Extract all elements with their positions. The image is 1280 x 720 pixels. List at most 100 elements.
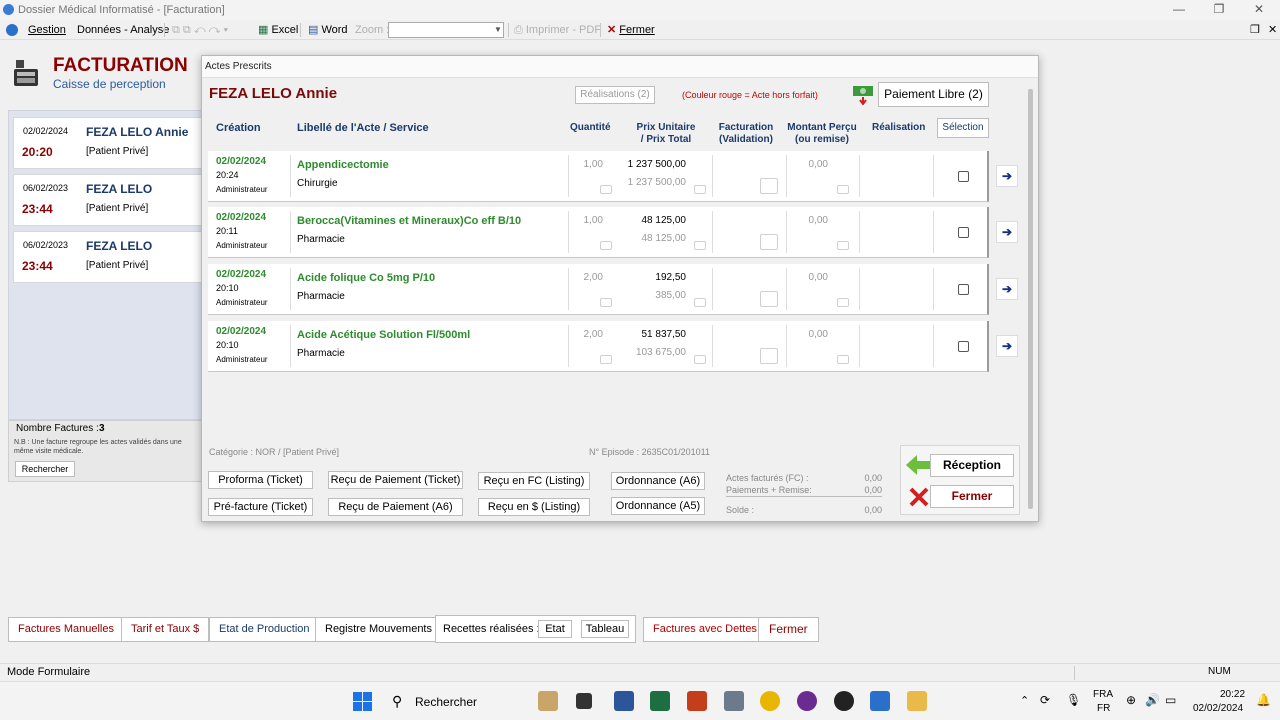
row-montant-checkbox[interactable] (837, 355, 849, 364)
invoice-item[interactable]: 06/02/2023 FEZA LELO 23:44 [Patient Priv… (13, 231, 203, 283)
row-price-checkbox[interactable] (694, 185, 706, 194)
invoice-item[interactable]: 02/02/2024 FEZA LELO Annie 20:20 [Patien… (13, 117, 203, 169)
row-facturation-checkbox[interactable] (760, 348, 778, 364)
row-qty-checkbox[interactable] (600, 355, 612, 364)
recu-usd-listing-button[interactable]: Reçu en $ (Listing) (478, 498, 590, 516)
clock-date[interactable]: 02/02/2024 (1193, 703, 1243, 714)
clock-time[interactable]: 20:22 (1220, 689, 1245, 700)
menu-gestion[interactable]: Gestion (26, 23, 68, 37)
column-divider (786, 155, 787, 197)
file-explorer-icon[interactable] (907, 691, 927, 711)
recu-paiement-a6-button[interactable]: Reçu de Paiement (A6) (328, 498, 463, 516)
row-facturation-checkbox[interactable] (760, 291, 778, 307)
fermer-dialog-button[interactable]: Fermer (930, 485, 1014, 508)
row-qty-checkbox[interactable] (600, 298, 612, 307)
menu-fermer-button[interactable]: ✕ Fermer (605, 23, 657, 37)
recu-fc-listing-button[interactable]: Reçu en FC (Listing) (478, 472, 590, 490)
row-price-checkbox[interactable] (694, 241, 706, 250)
microphone-icon[interactable]: 🎙 (1066, 693, 1081, 707)
close-child-icon[interactable]: ✕ (1266, 23, 1279, 37)
powerpoint-app-icon[interactable] (687, 691, 707, 711)
invoice-time: 23:44 (22, 259, 53, 273)
row-qty-checkbox[interactable] (600, 241, 612, 250)
fermer-main-button[interactable]: Fermer (758, 617, 819, 642)
volume-icon[interactable]: 🔊 (1145, 693, 1160, 707)
window-titlebar: Dossier Médical Informatisé - [Facturati… (0, 0, 1280, 20)
reception-button[interactable]: Réception (930, 454, 1014, 477)
arrow-right-icon[interactable]: ➔ (996, 335, 1018, 357)
row-selection-checkbox[interactable] (958, 171, 969, 182)
chevron-up-icon[interactable]: ⌃ (1020, 694, 1029, 707)
column-divider (712, 211, 713, 253)
row-facturation-checkbox[interactable] (760, 178, 778, 194)
widget-icon[interactable] (538, 691, 558, 711)
table-row[interactable]: 02/02/2024 20:24 Administrateur Appendicect… (208, 151, 989, 202)
factures-dettes-button[interactable]: Factures avec Dettes (643, 617, 767, 642)
tools-app-icon[interactable] (724, 691, 744, 711)
chevron-down-icon: ▼ (494, 25, 502, 34)
row-total-price: 48 125,00 (641, 233, 687, 244)
table-row[interactable]: 02/02/2024 20:10 Administrateur Acide foliq… (208, 264, 989, 315)
row-price-checkbox[interactable] (694, 298, 706, 307)
row-montant-checkbox[interactable] (837, 185, 849, 194)
invoice-item[interactable]: 06/02/2023 FEZA LELO 23:44 [Patient Priv… (13, 174, 203, 226)
word-button[interactable]: ▤ Word (306, 23, 350, 37)
row-montant-checkbox[interactable] (837, 298, 849, 307)
row-price-checkbox[interactable] (694, 355, 706, 364)
tarif-taux-button[interactable]: Tarif et Taux $ (121, 617, 210, 642)
minimize-icon[interactable]: — (1172, 2, 1186, 16)
excel-label: Excel (271, 24, 299, 36)
row-selection-checkbox[interactable] (958, 284, 969, 295)
ordonnance-a6-button[interactable]: Ordonnance (A6) (611, 472, 705, 490)
column-divider (712, 155, 713, 197)
row-facturation-checkbox[interactable] (760, 234, 778, 250)
search-button[interactable]: Rechercher (15, 461, 75, 477)
table-row[interactable]: 02/02/2024 20:11 Administrateur Berocca(Vit… (208, 207, 989, 258)
prefacture-ticket-button[interactable]: Pré-facture (Ticket) (208, 498, 313, 516)
zoom-select[interactable]: ▼ (388, 22, 504, 38)
close-icon[interactable]: ✕ (1252, 2, 1266, 16)
excel-button[interactable]: ▦ Excel (256, 23, 300, 37)
menubar: Gestion Données - Analyse ⧉ ⧉ ↶ ↷ ▾ ▦ Ex… (0, 20, 1280, 40)
network-icon[interactable]: ⊕ (1126, 693, 1136, 707)
taskbar-search[interactable]: ⚲ Rechercher (384, 687, 534, 716)
arrow-right-icon[interactable]: ➔ (996, 221, 1018, 243)
recettes-tableau-button[interactable]: Tableau (581, 620, 629, 638)
row-selection-checkbox[interactable] (958, 227, 969, 238)
word-app-icon[interactable] (614, 691, 634, 711)
proforma-ticket-button[interactable]: Proforma (Ticket) (208, 471, 313, 489)
row-qty-checkbox[interactable] (600, 185, 612, 194)
ordonnance-a5-button[interactable]: Ordonnance (A5) (611, 497, 705, 515)
windows-start-icon[interactable] (353, 692, 372, 711)
restore-icon[interactable]: ❐ (1212, 2, 1226, 16)
selection-button[interactable]: Sélection (937, 118, 989, 138)
sync-icon[interactable]: ⟳ (1040, 693, 1050, 707)
paiement-libre-button[interactable]: Paiement Libre (2) (878, 82, 989, 107)
excel-app-icon[interactable] (650, 691, 670, 711)
etat-production-button[interactable]: Etat de Production (209, 617, 320, 642)
col-creation: Création (216, 122, 261, 134)
menu-donnees-analyse[interactable]: Données - Analyse (75, 23, 171, 37)
row-selection-checkbox[interactable] (958, 341, 969, 352)
dialog-scrollbar[interactable] (1028, 89, 1033, 509)
dmi-app-icon[interactable] (870, 691, 890, 711)
factures-manuelles-button[interactable]: Factures Manuelles (8, 617, 124, 642)
app-menu-icon[interactable] (6, 24, 18, 36)
table-row[interactable]: 02/02/2024 20:10 Administrateur Acide Acéti… (208, 321, 989, 372)
arrow-right-icon[interactable]: ➔ (996, 165, 1018, 187)
task-view-icon[interactable] (576, 693, 592, 709)
arrow-right-icon[interactable]: ➔ (996, 278, 1018, 300)
language-top[interactable]: FRA (1093, 689, 1113, 700)
recu-paiement-ticket-button[interactable]: Reçu de Paiement (Ticket) (328, 471, 463, 489)
recettes-etat-button[interactable]: Etat (538, 620, 572, 638)
chrome-icon[interactable] (760, 691, 780, 711)
registre-mouvements-button[interactable]: Registre Mouvements (315, 617, 442, 642)
restore-child-icon[interactable]: ❐ (1248, 23, 1262, 37)
notifications-icon[interactable]: 🔔 (1256, 693, 1271, 707)
row-montant-checkbox[interactable] (837, 241, 849, 250)
language-bottom[interactable]: FR (1097, 703, 1110, 714)
media-app-icon[interactable] (834, 691, 854, 711)
battery-icon[interactable]: ▭ (1165, 693, 1176, 707)
invoice-time: 23:44 (22, 202, 53, 216)
mu-app-icon[interactable] (797, 691, 817, 711)
